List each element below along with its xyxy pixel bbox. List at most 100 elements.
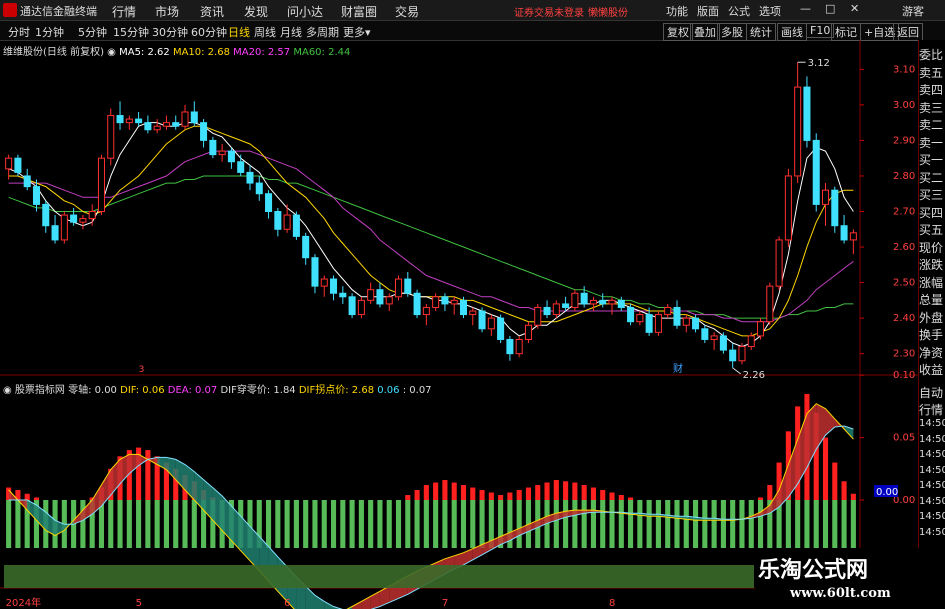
macd-bar-base: [15, 500, 21, 548]
side-item: 卖一: [919, 135, 944, 150]
ma20-line: [8, 150, 854, 323]
menu-quotes[interactable]: 行情: [112, 3, 136, 20]
draw-line-button[interactable]: 画线: [777, 23, 807, 41]
menu-discover[interactable]: 发现: [244, 3, 268, 20]
macd-bar-base: [386, 500, 392, 548]
side-time-item: 14:50: [919, 526, 945, 538]
candle-body: [153, 125, 161, 131]
macd-bar-up: [822, 437, 829, 500]
candle-body: [237, 161, 245, 173]
menu-options[interactable]: 选项: [759, 3, 781, 19]
low-pointer: [732, 367, 741, 375]
side-item: 总量: [919, 293, 944, 307]
candle-body: [413, 292, 421, 316]
candle-body: [404, 278, 412, 294]
macd-bar-base: [117, 500, 123, 548]
macd-bar-base: [136, 500, 142, 548]
mark-button[interactable]: 标记: [831, 23, 861, 41]
menu-function[interactable]: 功能: [666, 3, 688, 19]
side-item: 委比: [919, 48, 944, 62]
candle-body: [450, 299, 458, 305]
candle-body: [42, 203, 50, 227]
candle-body: [190, 111, 198, 124]
candle-body: [766, 285, 774, 323]
ma10-line: [8, 125, 854, 337]
watermark-url: www.60lt.com: [790, 586, 891, 601]
menu-wealth[interactable]: 财富圈: [341, 3, 377, 20]
period-tab[interactable]: 分时: [8, 24, 30, 40]
macd-bar-base: [674, 500, 680, 548]
macd-bar-base: [173, 500, 179, 548]
adjust-button[interactable]: 复权: [663, 23, 693, 41]
period-tab[interactable]: 60分钟: [191, 24, 227, 40]
macd-bar-base: [804, 500, 810, 548]
guest-label[interactable]: 游客: [902, 3, 924, 19]
period-tab[interactable]: 周线: [254, 24, 276, 40]
candle-body: [692, 317, 700, 330]
y-tick-label: 2.80: [893, 171, 915, 182]
macd-bar-base: [581, 500, 587, 548]
macd-bar-up: [609, 492, 615, 500]
login-warning[interactable]: 证券交易未登录: [514, 4, 584, 19]
side-item: 卖五: [919, 65, 944, 80]
side-item: 买一: [919, 153, 944, 167]
more-dropdown[interactable]: 更多▾: [343, 24, 371, 40]
overlay-button[interactable]: 叠加: [690, 23, 720, 41]
macd-bar-base: [368, 500, 374, 548]
y-tick-label: 2.60: [893, 242, 915, 253]
candle-body: [701, 328, 709, 340]
macd-bar-base: [748, 500, 754, 548]
macd-bar-base: [739, 500, 745, 548]
candle-body: [543, 306, 551, 316]
high-label: 3.12: [808, 58, 830, 69]
event-marker: 财: [673, 362, 683, 375]
menu-layout[interactable]: 版面: [697, 3, 719, 19]
menu-xiaoda[interactable]: 问小达: [287, 3, 323, 20]
stats-button[interactable]: 统计: [746, 23, 776, 41]
macd-bar-base: [665, 500, 671, 548]
menu-trade[interactable]: 交易: [395, 3, 419, 20]
macd-bar-base: [553, 500, 559, 548]
back-button[interactable]: 返回: [893, 23, 923, 41]
macd-bar-up: [841, 481, 847, 500]
kline-chart[interactable]: 3.10 3.00 2.90 2.80 2.70 2.60 2.50 2.40 2.30 3.12…: [0, 40, 918, 609]
period-tab[interactable]: 30分钟: [152, 24, 188, 40]
candle-body: [330, 278, 338, 294]
close-icon[interactable]: ✕: [850, 2, 859, 15]
period-tab[interactable]: 5分钟: [78, 24, 107, 40]
period-tab[interactable]: 多周期: [306, 24, 339, 40]
x-axis-label: 6: [284, 598, 290, 609]
candle-body: [116, 115, 124, 124]
period-tab[interactable]: 1分钟: [35, 24, 64, 40]
app-logo-icon: [3, 3, 17, 17]
macd-bar-base: [563, 500, 569, 548]
menu-formula[interactable]: 公式: [728, 3, 750, 19]
maximize-icon[interactable]: □: [825, 2, 835, 15]
macd-bar-up: [451, 482, 457, 500]
sub-y-tick-label: 0.10: [893, 370, 915, 381]
period-tab[interactable]: 月线: [280, 24, 302, 40]
macd-bar-base: [191, 500, 197, 548]
macd-bar-base: [822, 500, 829, 548]
minimize-icon[interactable]: —: [800, 2, 811, 15]
macd-bar-up: [414, 490, 420, 500]
period-tab[interactable]: 15分钟: [113, 24, 149, 40]
candle-body: [589, 299, 597, 305]
candle-body: [599, 299, 607, 305]
macd-bar-up: [572, 482, 578, 500]
candle-body: [617, 299, 625, 308]
macd-bar-up: [563, 481, 569, 500]
macd-bar-up: [507, 492, 513, 500]
macd-bar-up: [600, 490, 606, 500]
menu-news[interactable]: 资讯: [200, 3, 224, 20]
macd-bar-up: [433, 482, 439, 500]
menu-market[interactable]: 市场: [155, 3, 179, 20]
macd-bar-base: [795, 500, 801, 548]
macd-bar-base: [572, 500, 578, 548]
period-tab-active[interactable]: 日线: [228, 24, 250, 40]
candle-body: [459, 299, 468, 316]
macd-bar-base: [182, 500, 188, 548]
multi-stock-button[interactable]: 多股: [717, 23, 747, 41]
candle-body: [255, 182, 263, 195]
candle-body: [534, 306, 542, 326]
